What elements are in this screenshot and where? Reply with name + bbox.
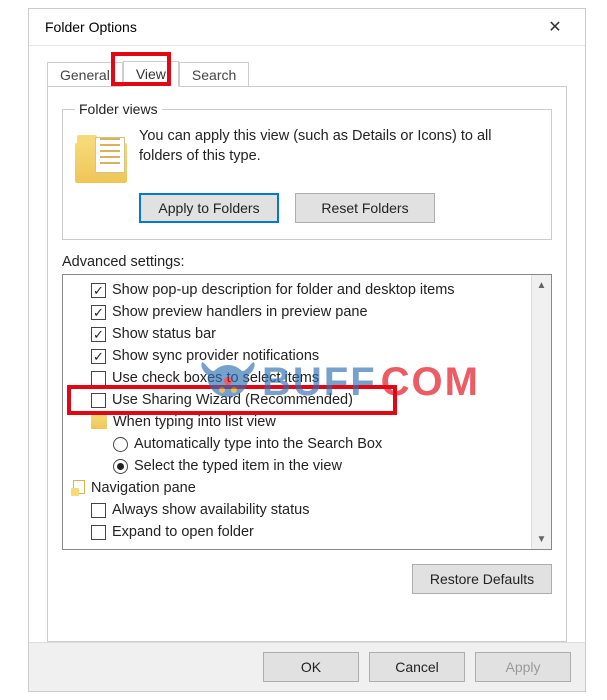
tab-general[interactable]: General [47,62,123,87]
folder-views-row: You can apply this view (such as Details… [75,127,539,183]
tree-item-label: Show preview handlers in preview pane [112,304,368,320]
tree-item-label: When typing into list view [113,414,276,430]
advanced-settings-label: Advanced settings: [62,254,552,270]
dialog-body: General View Search Folder views You can… [29,46,585,642]
tree-item[interactable]: Navigation pane [71,477,529,499]
folder-icon [75,131,127,183]
tree-item[interactable]: Show status bar [71,323,529,345]
dialog-footer: OK Cancel Apply [29,642,585,691]
cancel-button[interactable]: Cancel [369,652,465,682]
tree-item-label: Expand to open folder [112,524,254,540]
advanced-settings-listbox: Show pop-up description for folder and d… [62,274,552,550]
checkbox-icon[interactable] [91,525,106,540]
tree-item-label: Show status bar [112,326,216,342]
tree-item-label: Show pop-up description for folder and d… [112,282,455,298]
tree-item-label: Use check boxes to select items [112,370,319,386]
folder-views-buttons: Apply to Folders Reset Folders [139,193,539,223]
close-icon: ✕ [548,17,561,37]
tree-item-label: Automatically type into the Search Box [134,436,382,452]
ok-button[interactable]: OK [263,652,359,682]
dialog-window: Folder Options ✕ General View Search Fol… [28,8,586,692]
tree-item[interactable]: Use Sharing Wizard (Recommended) [71,389,529,411]
checkbox-icon[interactable] [91,327,106,342]
advanced-settings-tree[interactable]: Show pop-up description for folder and d… [63,275,531,549]
folder-views-group: Folder views You can apply this view (su… [62,101,552,240]
window-title: Folder Options [39,19,535,35]
checkbox-icon[interactable] [91,283,106,298]
tree-item[interactable]: Select the typed item in the view [71,455,529,477]
tree-item[interactable]: Use check boxes to select items [71,367,529,389]
tree-item[interactable]: Show pop-up description for folder and d… [71,279,529,301]
tree-item-label: Navigation pane [91,480,196,496]
apply-button[interactable]: Apply [475,652,571,682]
restore-defaults-button[interactable]: Restore Defaults [412,564,552,594]
folder-views-description: You can apply this view (such as Details… [139,127,539,166]
navigation-pane-icon [71,480,85,496]
tree-item[interactable]: Expand to open folder [71,521,529,543]
scrollbar-vertical[interactable]: ▲ ▼ [531,275,551,549]
tree-item[interactable]: Always show availability status [71,499,529,521]
tabstrip: General View Search [47,56,567,86]
folder-views-legend: Folder views [75,101,162,117]
tree-item[interactable]: Show preview handlers in preview pane [71,301,529,323]
checkbox-icon[interactable] [91,371,106,386]
reset-folders-button[interactable]: Reset Folders [295,193,435,223]
tree-item[interactable]: Automatically type into the Search Box [71,433,529,455]
scroll-up-button[interactable]: ▲ [532,275,551,295]
checkbox-icon[interactable] [91,393,106,408]
close-button[interactable]: ✕ [535,12,575,42]
radio-icon[interactable] [113,459,128,474]
tree-item-label: Always show availability status [112,502,309,518]
apply-to-folders-button[interactable]: Apply to Folders [139,193,279,223]
tree-item[interactable]: When typing into list view [71,411,529,433]
tree-item-label: Select the typed item in the view [134,458,342,474]
tree-item-label: Show sync provider notifications [112,348,319,364]
checkbox-icon[interactable] [91,503,106,518]
tree-item[interactable]: Show sync provider notifications [71,345,529,367]
titlebar: Folder Options ✕ [29,9,585,46]
tabpanel-view: Folder views You can apply this view (su… [47,86,567,642]
folder-icon [91,415,107,429]
tab-view[interactable]: View [123,61,179,87]
checkbox-icon[interactable] [91,305,106,320]
checkbox-icon[interactable] [91,349,106,364]
tab-search[interactable]: Search [179,62,249,87]
scroll-down-button[interactable]: ▼ [532,529,551,549]
restore-defaults-row: Restore Defaults [62,564,552,594]
tree-item-label: Use Sharing Wizard (Recommended) [112,392,353,408]
radio-icon[interactable] [113,437,128,452]
